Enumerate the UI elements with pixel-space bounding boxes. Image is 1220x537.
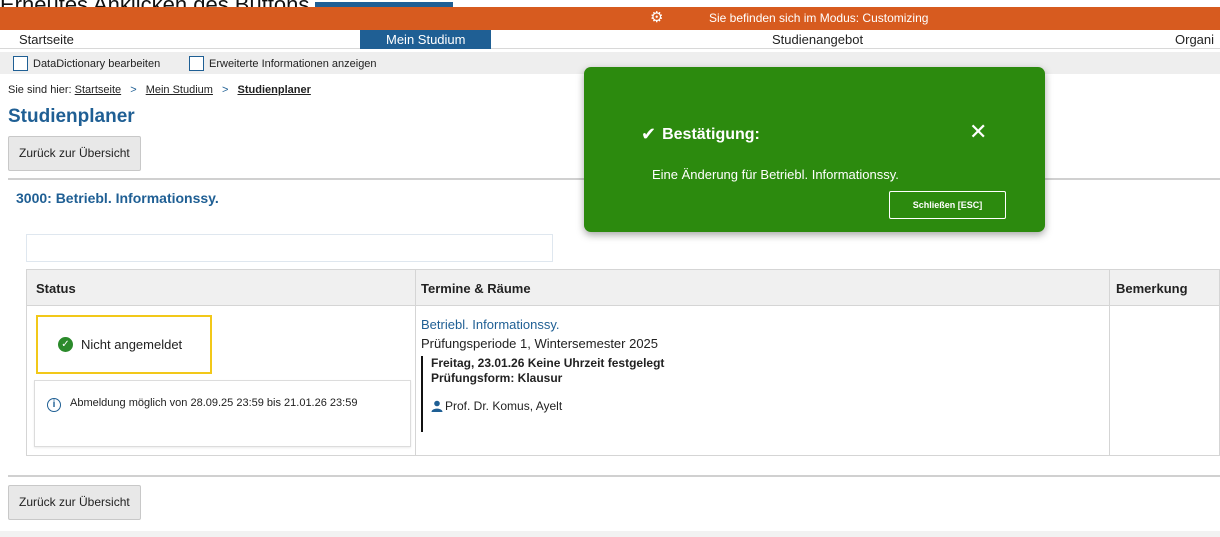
nav-item-startseite[interactable]: Startseite: [19, 32, 74, 47]
gear-icon: ⚙: [650, 9, 664, 26]
exam-table: Status Termine & Räume Bemerkung ✓ Nicht…: [26, 269, 1220, 456]
back-to-overview-button-top[interactable]: Zurück zur Übersicht: [8, 136, 141, 171]
person-icon: [431, 400, 443, 412]
breadcrumb-prefix: Sie sind hier:: [8, 84, 72, 96]
breadcrumb-studienplaner[interactable]: Studienplaner: [238, 84, 311, 96]
nav-item-studienangebot[interactable]: Studienangebot: [772, 32, 863, 47]
extended-info-checkbox[interactable]: [189, 56, 204, 71]
filter-input[interactable]: [26, 234, 553, 262]
option-extended-info[interactable]: Erweiterte Informationen anzeigen: [189, 56, 377, 71]
termine-cell: Betriebl. Informationssy. Prüfungsperiod…: [421, 317, 664, 432]
customizing-mode-bar: ⚙ Sie befinden sich im Modus: Customizin…: [0, 7, 1220, 30]
header-termine: Termine & Räume: [421, 281, 531, 296]
exam-period: Prüfungsperiode 1, Wintersemester 2025: [421, 336, 659, 351]
divider: [8, 475, 1220, 477]
exam-date: Freitag, 23.01.26 Keine Uhrzeit festgele…: [431, 356, 665, 370]
breadcrumb: Sie sind hier: Startseite > Mein Studium…: [8, 84, 311, 96]
confirmation-message: Eine Änderung für Betriebl. Informations…: [652, 167, 899, 182]
course-title: 3000: Betriebl. Informationssy.: [16, 190, 219, 206]
professor: Prof. Dr. Komus, Ayelt: [431, 399, 664, 413]
deregistration-info-text: Abmeldung möglich von 28.09.25 23:59 bis…: [70, 397, 358, 409]
check-circle-icon: ✓: [58, 337, 73, 352]
extended-info-label: Erweiterte Informationen anzeigen: [209, 57, 377, 70]
checkmark-icon: ✔: [641, 124, 657, 144]
column-divider: [1109, 270, 1110, 455]
status-badge: ✓ Nicht angemeldet: [36, 315, 212, 374]
confirmation-dialog: ✔ Bestätigung: ✕ Eine Änderung für Betri…: [584, 67, 1045, 232]
close-icon[interactable]: ✕: [969, 121, 987, 143]
main-navigation: Startseite Mein Studium Studienangebot O…: [0, 30, 1220, 49]
breadcrumb-mein-studium[interactable]: Mein Studium: [146, 84, 213, 96]
column-divider: [415, 270, 416, 455]
mode-text: Sie befinden sich im Modus: Customizing: [709, 11, 929, 25]
datadictionary-label: DataDictionary bearbeiten: [33, 57, 161, 70]
header-bemerkung: Bemerkung: [1116, 281, 1188, 296]
footer-strip: [0, 531, 1220, 537]
info-icon: i: [47, 398, 61, 412]
status-text: Nicht angemeldet: [81, 337, 183, 352]
professor-name: Prof. Dr. Komus, Ayelt: [445, 399, 563, 413]
close-esc-button[interactable]: Schließen [ESC]: [889, 191, 1006, 219]
header-status: Status: [36, 281, 76, 296]
table-header: Status Termine & Räume Bemerkung: [27, 270, 1219, 306]
exam-form: Prüfungsform: Klausur: [431, 371, 563, 385]
chevron-right-icon: >: [222, 84, 229, 96]
nav-item-organisation[interactable]: Organi: [1175, 32, 1214, 47]
back-to-overview-button-bottom[interactable]: Zurück zur Übersicht: [8, 485, 141, 520]
deregistration-info: i Abmeldung möglich von 28.09.25 23:59 b…: [34, 380, 411, 447]
page-title: Studienplaner: [8, 106, 135, 127]
confirmation-title: Bestätigung:: [662, 125, 760, 143]
option-datadictionary[interactable]: DataDictionary bearbeiten: [13, 56, 160, 71]
chevron-right-icon: >: [130, 84, 137, 96]
nav-item-mein-studium[interactable]: Mein Studium: [360, 30, 492, 49]
datadictionary-checkbox[interactable]: [13, 56, 28, 71]
exam-detail: Freitag, 23.01.26 Keine Uhrzeit festgele…: [421, 356, 664, 432]
course-link[interactable]: Betriebl. Informationssy.: [421, 317, 664, 332]
confirmation-heading: ✔ Bestätigung:: [641, 124, 760, 145]
breadcrumb-startseite[interactable]: Startseite: [75, 84, 121, 96]
